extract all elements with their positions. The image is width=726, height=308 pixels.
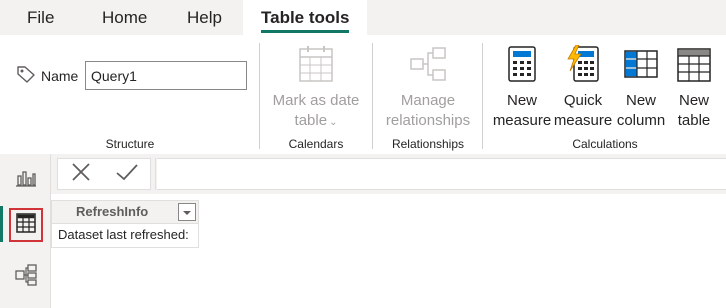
quick-measure-label-line2: measure bbox=[553, 112, 613, 129]
column-header[interactable]: RefreshInfo bbox=[51, 200, 199, 224]
quick-calculator-icon bbox=[563, 45, 603, 91]
tab-table-tools[interactable]: Table tools bbox=[243, 0, 368, 35]
data-grid: RefreshInfo Dataset last refreshed: bbox=[51, 194, 726, 308]
model-diagram-icon bbox=[14, 263, 38, 292]
formula-divider bbox=[155, 158, 156, 190]
table-name-input[interactable] bbox=[85, 61, 247, 90]
new-measure-label-line1: New bbox=[506, 92, 537, 109]
menu-tab-bar: File Home Help Table tools bbox=[0, 0, 726, 35]
tag-icon bbox=[16, 65, 36, 86]
chevron-down-icon: ⌄ bbox=[329, 117, 338, 128]
formula-buttons bbox=[57, 158, 151, 190]
dropdown-arrow-icon bbox=[182, 201, 192, 223]
new-column-label-line2: column bbox=[616, 112, 666, 129]
table-grid-icon bbox=[15, 212, 37, 239]
group-title-relationships: Relationships bbox=[391, 137, 465, 151]
quick-measure-button[interactable]: Quick measure bbox=[552, 45, 614, 131]
mark-as-date-label-line1: Mark as date bbox=[272, 92, 360, 109]
data-view-button[interactable] bbox=[9, 208, 43, 242]
group-separator bbox=[372, 43, 373, 149]
tab-file[interactable]: File bbox=[27, 0, 54, 35]
new-table-label-line1: New bbox=[678, 92, 709, 109]
group-separator bbox=[482, 43, 483, 149]
active-tab-underline bbox=[261, 30, 350, 33]
column-header-label: RefreshInfo bbox=[76, 204, 149, 219]
cancel-formula-button[interactable] bbox=[70, 161, 92, 188]
new-table-icon bbox=[674, 45, 714, 91]
bar-chart-icon bbox=[15, 166, 37, 193]
mark-as-date-label-line2-text: table bbox=[294, 112, 328, 129]
model-view-button[interactable] bbox=[9, 260, 43, 294]
new-column-label-line1: New bbox=[625, 92, 656, 109]
calendar-table-icon bbox=[296, 45, 336, 91]
name-label-group: Name bbox=[16, 65, 78, 86]
group-separator bbox=[259, 43, 260, 149]
manage-relationships-button[interactable]: Manage relationships bbox=[380, 45, 476, 131]
group-title-calculations: Calculations bbox=[572, 137, 638, 151]
report-view-button[interactable] bbox=[9, 162, 43, 196]
formula-bar bbox=[51, 154, 726, 194]
group-title-calendars: Calendars bbox=[288, 137, 344, 151]
tab-table-tools-label: Table tools bbox=[261, 8, 350, 27]
tab-help[interactable]: Help bbox=[187, 0, 222, 35]
column-filter-button[interactable] bbox=[178, 203, 196, 221]
group-title-structure: Structure bbox=[105, 137, 155, 151]
relationships-icon bbox=[408, 45, 448, 91]
formula-input[interactable] bbox=[157, 158, 726, 190]
ribbon: Name Structure Mark as date table⌄ Calen… bbox=[0, 35, 726, 154]
new-measure-button[interactable]: New measure bbox=[492, 45, 552, 131]
new-column-button[interactable]: New column bbox=[614, 45, 668, 131]
active-view-indicator bbox=[0, 206, 3, 242]
mark-as-date-table-button[interactable]: Mark as date table ⌄ bbox=[268, 45, 364, 133]
new-column-icon bbox=[621, 45, 661, 91]
close-icon bbox=[70, 162, 92, 187]
checkmark-icon bbox=[115, 163, 139, 187]
view-rail bbox=[0, 154, 51, 308]
name-label: Name bbox=[41, 67, 79, 84]
new-table-label-line2: table bbox=[677, 112, 711, 129]
new-measure-label-line2: measure bbox=[492, 112, 552, 129]
new-table-button[interactable]: New table bbox=[668, 45, 720, 131]
quick-measure-label-line1: Quick bbox=[563, 92, 603, 109]
calculator-icon bbox=[502, 45, 542, 91]
commit-formula-button[interactable] bbox=[115, 161, 139, 188]
table-cell[interactable]: Dataset last refreshed: bbox=[51, 224, 199, 248]
tab-home[interactable]: Home bbox=[102, 0, 147, 35]
mark-as-date-label-line2: table ⌄ bbox=[295, 111, 338, 133]
manage-label-line2: relationships bbox=[385, 112, 471, 129]
manage-label-line1: Manage bbox=[400, 92, 456, 109]
